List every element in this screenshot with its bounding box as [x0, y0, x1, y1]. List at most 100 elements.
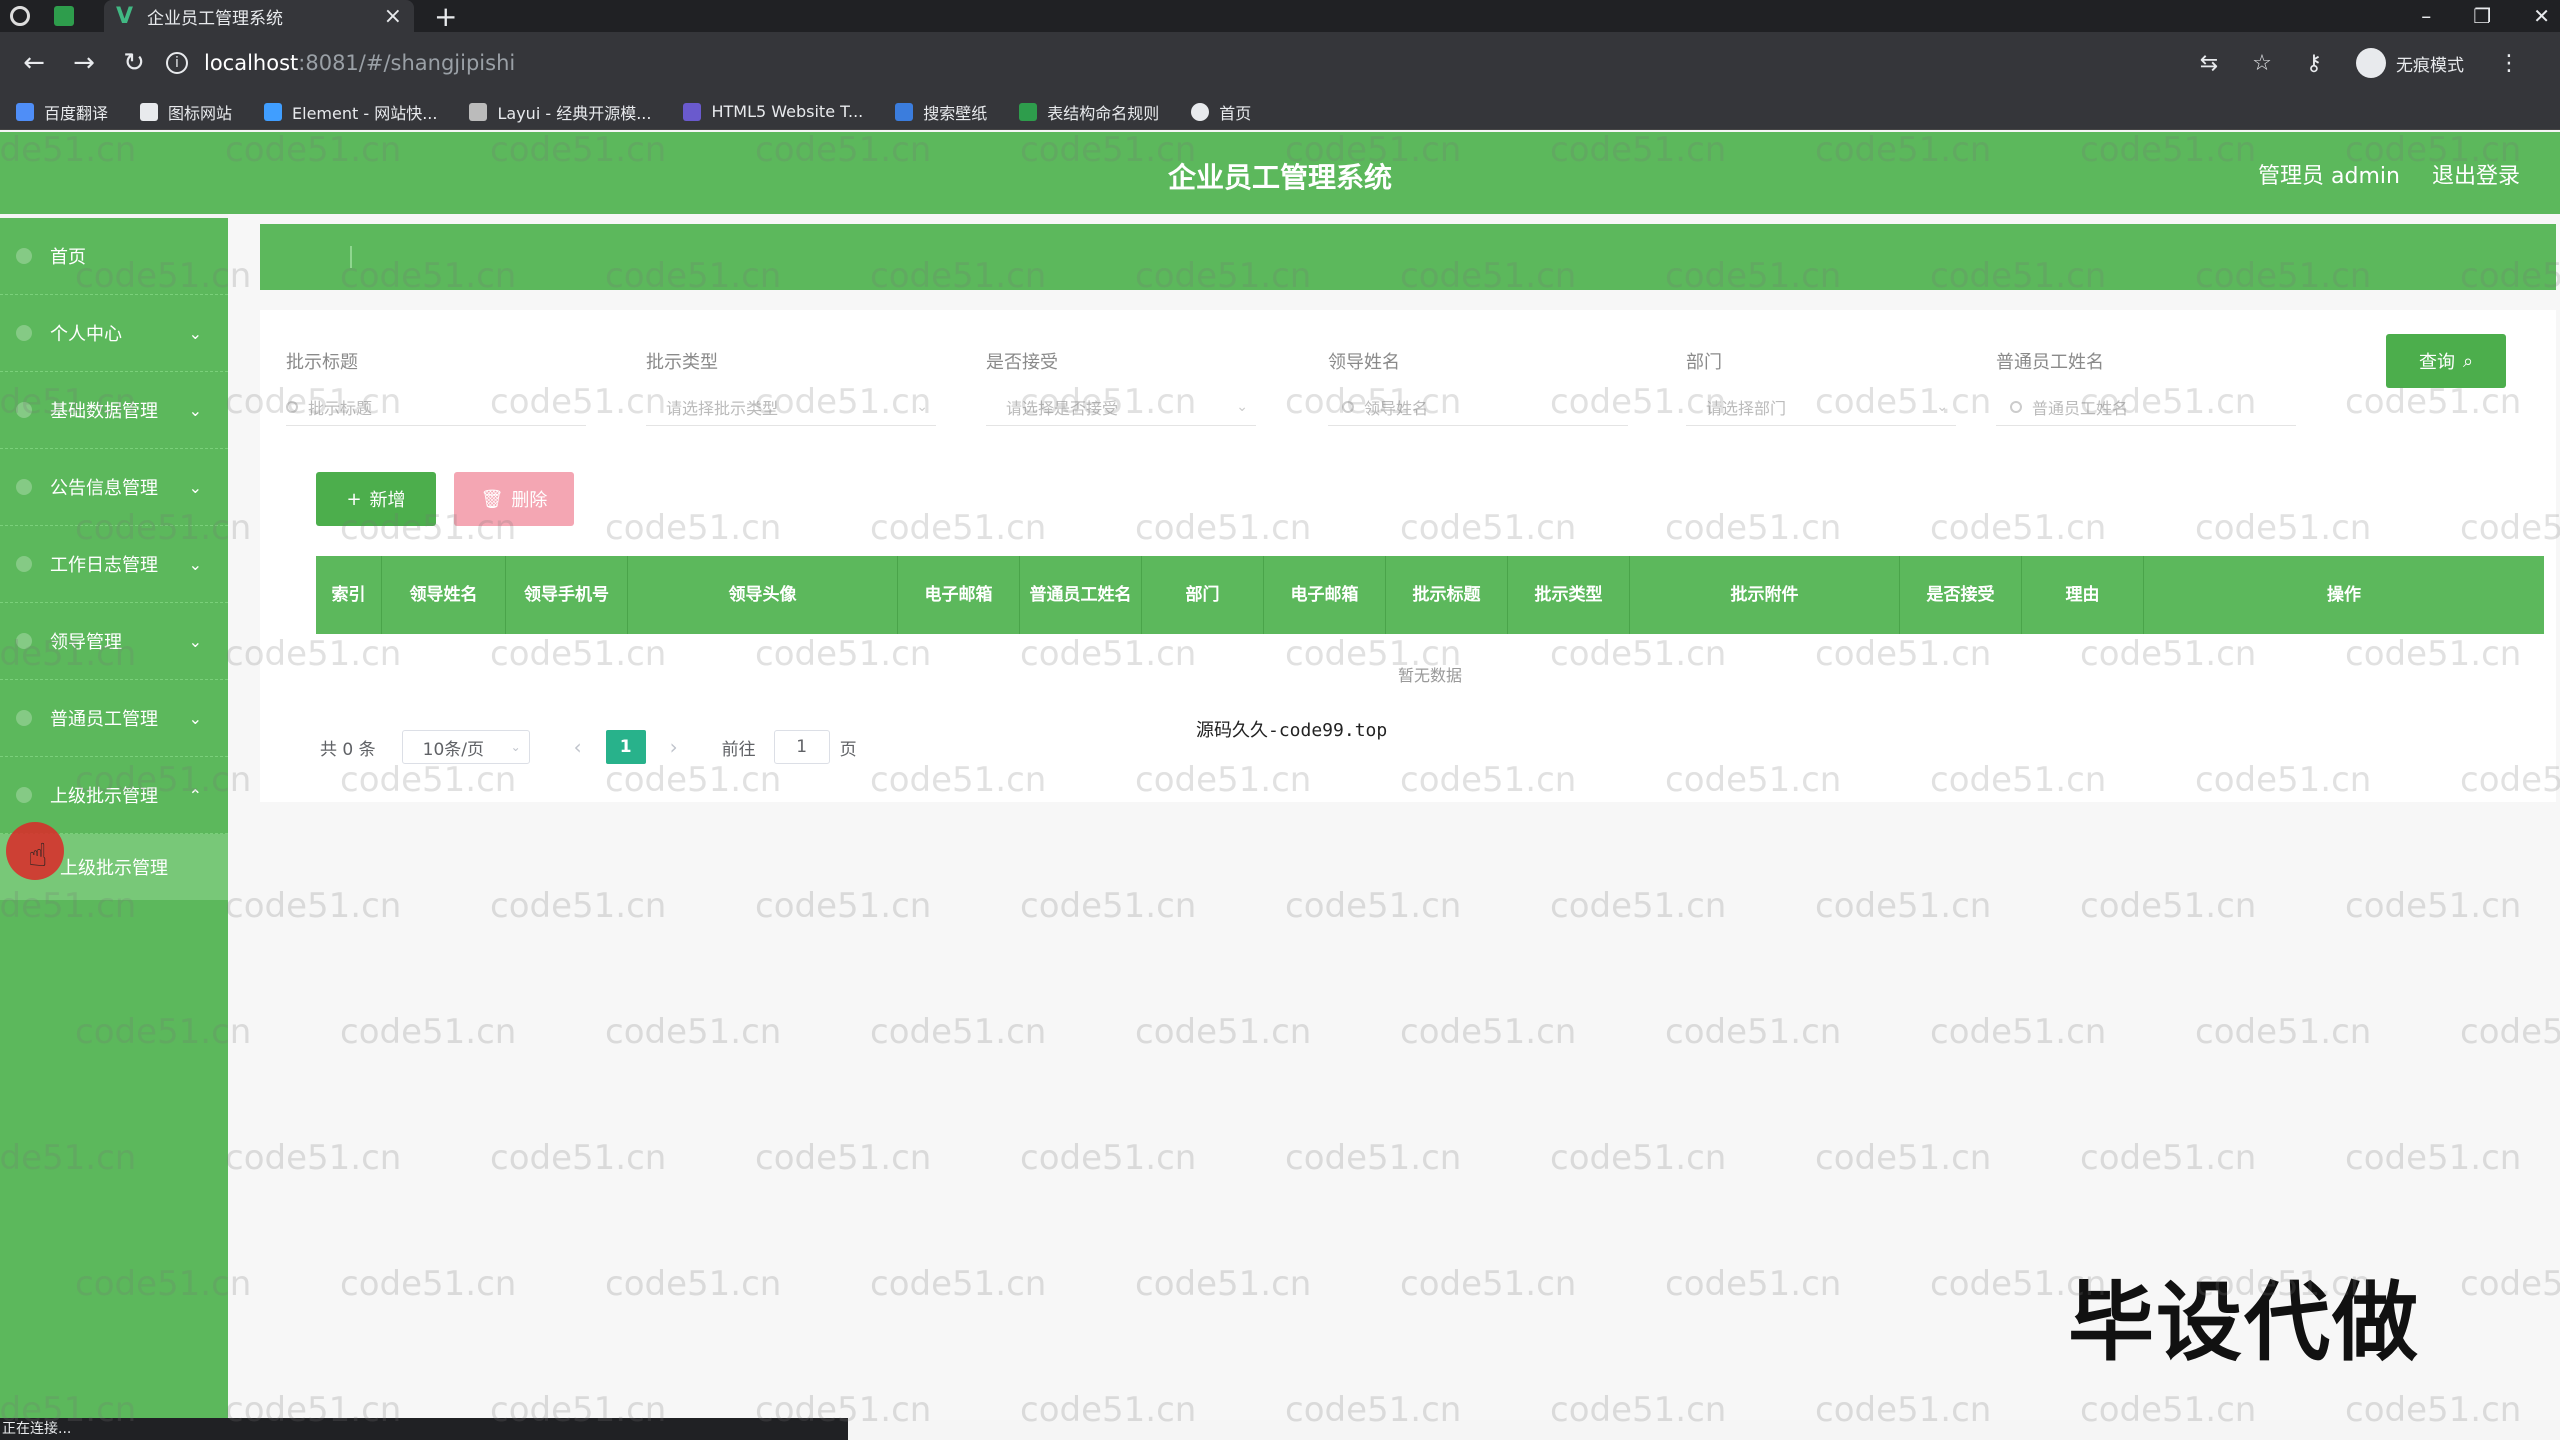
filter-department-select[interactable]: 请选择部门 ⌄ [1686, 388, 1956, 426]
bookmark-item[interactable]: 百度翻译 [16, 100, 108, 124]
user-icon [16, 325, 32, 341]
column-header[interactable]: 电子邮箱 [1264, 556, 1386, 634]
bookmark-star-icon[interactable]: ☆ [2252, 51, 2272, 76]
tab-title: 企业员工管理系统 [147, 8, 284, 29]
sidebar-item-home[interactable]: 首页 [0, 218, 228, 295]
new-tab-button[interactable]: + [434, 0, 457, 33]
bookmark-item[interactable]: Element - 网站快... [264, 100, 437, 124]
browser-tab[interactable]: V 企业员工管理系统 × [104, 0, 414, 32]
bookmark-item[interactable]: Layui - 经典开源模... [469, 100, 651, 124]
chevron-up-icon: ⌃ [188, 785, 202, 805]
column-header[interactable]: 普通员工姓名 [1020, 556, 1142, 634]
column-header[interactable]: 批示标题 [1386, 556, 1508, 634]
reload-icon[interactable]: ↻ [118, 48, 150, 78]
home-icon [16, 248, 32, 264]
leader-icon [16, 633, 32, 649]
logout-link[interactable]: 退出登录 [2432, 158, 2520, 190]
vue-favicon-icon: V [116, 3, 134, 29]
search-icon [1342, 400, 1354, 413]
translate-bookmark-icon [16, 102, 34, 121]
bookmark-item[interactable]: 图标网站 [140, 100, 232, 124]
instruction-icon [16, 787, 32, 803]
app-title: 企业员工管理系统 [1167, 161, 1392, 194]
chevron-down-icon: ⌄ [188, 708, 202, 728]
table-empty-text: 暂无数据 [1397, 666, 1462, 685]
sidebar-item-personal-center[interactable]: 个人中心 ⌄ [0, 295, 228, 372]
chevron-down-icon: ⌄ [188, 554, 202, 574]
sidebar-item-leaders[interactable]: 领导管理 ⌄ [0, 603, 228, 680]
goto-prefix: 前往 [721, 739, 756, 760]
search-icon [2010, 400, 2022, 413]
url-host: localhost [204, 51, 299, 75]
employee-icon [16, 710, 32, 726]
browser-tab-bar: V 企业员工管理系统 × + – ❐ ✕ [0, 0, 2560, 33]
sidebar-item-notices[interactable]: 公告信息管理 ⌄ [0, 449, 228, 526]
sidebar-item-employees[interactable]: 普通员工管理 ⌄ [0, 680, 228, 757]
prev-page-icon[interactable]: ‹ [558, 730, 598, 764]
add-button[interactable]: + 新增 [316, 472, 436, 526]
translate-icon[interactable]: ⇆ [2200, 51, 2218, 76]
bookmark-item[interactable]: 搜索壁纸 [895, 100, 987, 124]
bookmarks-bar: 百度翻译 图标网站 Element - 网站快... Layui - 经典开源模… [0, 94, 2560, 130]
filter-label-title: 批示标题 [286, 352, 358, 373]
tab-close-icon[interactable]: × [384, 4, 402, 29]
chevron-down-icon: ⌄ [188, 400, 202, 420]
wallpaper-bookmark-icon [895, 102, 914, 121]
delete-button[interactable]: 🗑 删除 [454, 472, 574, 526]
bookmark-item[interactable]: HTML5 Website T... [683, 102, 863, 121]
column-header[interactable]: 批示附件 [1630, 556, 1900, 634]
sidebar-item-work-log[interactable]: 工作日志管理 ⌄ [0, 526, 228, 603]
promo-overlay-text: 毕设代做 [2068, 1273, 2420, 1373]
incognito-indicator[interactable]: 无痕模式 [2356, 48, 2464, 78]
address-bar: ← → ↻ i localhost:8081/#/shangjipishi ⇆ … [0, 32, 2560, 94]
column-header[interactable]: 理由 [2022, 556, 2144, 634]
log-icon [16, 556, 32, 572]
site-info-icon[interactable]: i [166, 52, 188, 74]
column-header[interactable]: 索引 [316, 556, 382, 634]
restore-icon[interactable]: ❐ [2473, 4, 2491, 28]
query-button[interactable]: 查询 ⌕ [2386, 334, 2506, 388]
sidebar-item-basic-data[interactable]: 基础数据管理 ⌄ [0, 372, 228, 449]
column-header[interactable]: 是否接受 [1900, 556, 2022, 634]
flag-bookmark-icon [140, 102, 159, 121]
search-icon: ⌕ [2462, 350, 2474, 372]
minimize-icon[interactable]: – [2421, 4, 2431, 28]
url-field[interactable]: i localhost:8081/#/shangjipishi [166, 41, 2200, 85]
bookmark-item[interactable]: 首页 [1191, 100, 1251, 124]
page-size-select[interactable]: 10条/页 ⌄ [401, 730, 530, 764]
sidebar: 首页 个人中心 ⌄ 基础数据管理 ⌄ 公告信息管理 ⌄ 工作日志管理 ⌄ 领导管理 ⌄ 普… [0, 218, 228, 1420]
page-number-active[interactable]: 1 [605, 730, 646, 764]
forward-icon[interactable]: → [68, 48, 100, 78]
incognito-avatar-icon [2356, 48, 2386, 78]
key-icon[interactable]: ⚷ [2306, 51, 2322, 76]
table-header: 索引 领导姓名 领导手机号 领导头像 电子邮箱 普通员工姓名 部门 电子邮箱 批… [316, 556, 2544, 634]
column-header[interactable]: 电子邮箱 [898, 556, 1020, 634]
trash-icon: 🗑 [480, 488, 504, 510]
column-header[interactable]: 操作 [2144, 556, 2544, 634]
chevron-down-icon: ⌄ [188, 477, 202, 497]
next-page-icon[interactable]: › [654, 730, 694, 764]
column-header[interactable]: 领导手机号 [506, 556, 628, 634]
table-bookmark-icon [1019, 102, 1038, 121]
more-menu-icon[interactable]: ⋮ [2498, 51, 2520, 76]
column-header[interactable]: 领导姓名 [382, 556, 506, 634]
bookmark-item[interactable]: 表结构命名规则 [1019, 100, 1159, 124]
browser-menu-icon[interactable] [10, 6, 30, 26]
column-header[interactable]: 领导头像 [628, 556, 898, 634]
filter-employee-input[interactable]: 普通员工姓名 [1996, 388, 2296, 426]
home-bookmark-icon [1191, 102, 1210, 121]
window-close-icon[interactable]: ✕ [2533, 4, 2550, 28]
source-overlay-text: 源码久久-code99.top [1196, 720, 1388, 741]
filter-title-input[interactable]: 批示标题 [286, 388, 586, 426]
chevron-down-icon: ⌄ [1936, 398, 1948, 415]
column-header[interactable]: 批示类型 [1508, 556, 1630, 634]
back-icon[interactable]: ← [18, 48, 50, 78]
filter-accept-select[interactable]: 请选择是否接受 ⌄ [986, 388, 1256, 426]
goto-page-input[interactable]: 1 [773, 730, 830, 764]
filter-type-select[interactable]: 请选择批示类型 ⌄ [646, 388, 936, 426]
pagination: 共 0 条 10条/页 ⌄ ‹ 1 › 前往 1 页 [320, 730, 857, 764]
filter-leader-input[interactable]: 领导姓名 [1328, 388, 1628, 426]
column-header[interactable]: 部门 [1142, 556, 1264, 634]
element-bookmark-icon [264, 102, 283, 121]
extension-icon[interactable] [54, 6, 74, 26]
